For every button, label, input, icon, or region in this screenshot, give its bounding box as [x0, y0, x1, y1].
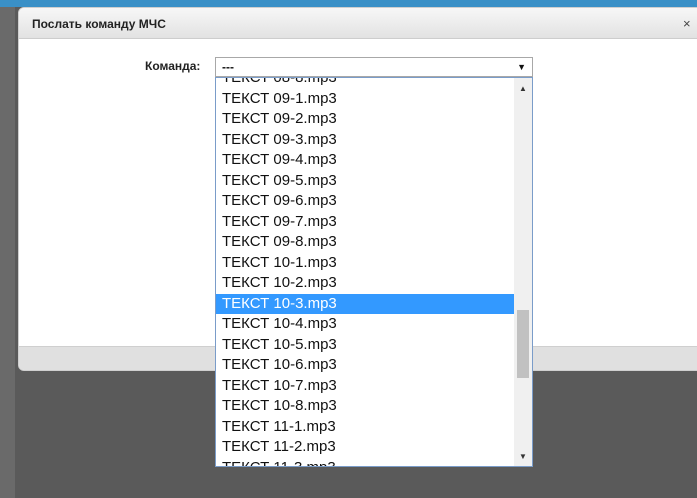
dropdown-option[interactable]: ТЕКСТ 09-4.mp3: [216, 150, 514, 171]
dropdown-option[interactable]: ТЕКСТ 10-8.mp3: [216, 396, 514, 417]
dropdown-option[interactable]: ТЕКСТ 09-3.mp3: [216, 130, 514, 151]
dropdown-option[interactable]: ТЕКСТ 11-1.mp3: [216, 417, 514, 438]
dropdown-option[interactable]: ТЕКСТ 10-2.mp3: [216, 273, 514, 294]
scroll-down-icon[interactable]: ▼: [519, 452, 527, 461]
top-accent-bar: [0, 0, 697, 7]
dropdown-option[interactable]: ТЕКСТ 10-4.mp3: [216, 314, 514, 335]
command-dropdown-list[interactable]: ТЕКСТ 08-8.mp3 ТЕКСТ 09-1.mp3 ТЕКСТ 09-2.m…: [215, 77, 533, 467]
dropdown-option[interactable]: ТЕКСТ 10-3.mp3: [216, 293, 514, 314]
dropdown-option[interactable]: ТЕКСТ 11-3.mp3: [216, 458, 514, 467]
chevron-down-icon[interactable]: ▼: [517, 62, 526, 72]
command-select-value: ---: [222, 60, 234, 74]
dropdown-option[interactable]: ТЕКСТ 09-8.mp3: [216, 232, 514, 253]
dropdown-option[interactable]: ТЕКСТ 09-5.mp3: [216, 171, 514, 192]
dropdown-option[interactable]: ТЕКСТ 10-1.mp3: [216, 253, 514, 274]
command-select[interactable]: --- ▼: [215, 57, 533, 77]
dropdown-options: ТЕКСТ 08-8.mp3 ТЕКСТ 09-1.mp3 ТЕКСТ 09-2.m…: [216, 78, 514, 467]
scroll-up-icon[interactable]: ▲: [519, 84, 527, 93]
dropdown-option[interactable]: ТЕКСТ 08-8.mp3: [216, 78, 514, 89]
dropdown-option[interactable]: ТЕКСТ 09-6.mp3: [216, 191, 514, 212]
dropdown-option[interactable]: ТЕКСТ 10-7.mp3: [216, 376, 514, 397]
dropdown-scrollbar[interactable]: ▲ ▼: [514, 78, 532, 466]
dropdown-option[interactable]: ТЕКСТ 10-5.mp3: [216, 335, 514, 356]
dropdown-option[interactable]: ТЕКСТ 11-2.mp3: [216, 437, 514, 458]
dialog-header: Послать команду МЧС ×: [19, 8, 697, 39]
scrollbar-thumb[interactable]: [517, 310, 529, 378]
left-panel-strip: [0, 7, 15, 498]
dropdown-option[interactable]: ТЕКСТ 09-7.mp3: [216, 212, 514, 233]
dropdown-option[interactable]: ТЕКСТ 09-1.mp3: [216, 89, 514, 110]
dropdown-option[interactable]: ТЕКСТ 10-6.mp3: [216, 355, 514, 376]
dropdown-option[interactable]: ТЕКСТ 09-2.mp3: [216, 109, 514, 130]
close-icon[interactable]: ×: [683, 16, 691, 31]
command-label: Команда:: [145, 59, 201, 73]
dialog-title: Послать команду МЧС: [32, 17, 166, 31]
